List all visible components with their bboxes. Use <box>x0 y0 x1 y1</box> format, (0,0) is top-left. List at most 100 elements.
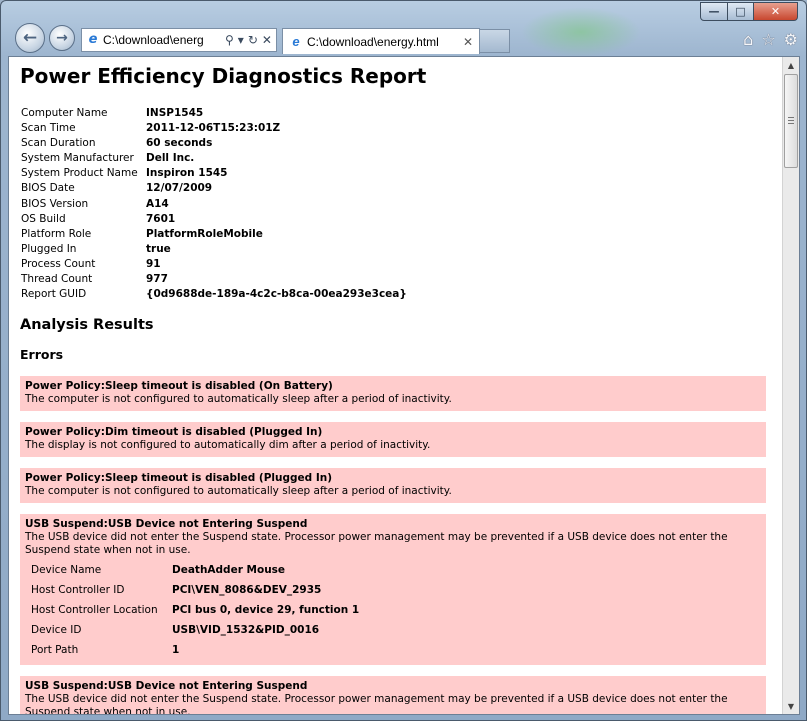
error-item: USB Suspend:USB Device not Entering Susp… <box>20 676 766 715</box>
error-title: Power Policy:Sleep timeout is disabled (… <box>25 380 333 393</box>
stop-icon[interactable]: ✕ <box>262 33 272 47</box>
info-key: Report GUID <box>21 288 87 301</box>
page-icon: e <box>88 32 98 47</box>
close-window-button[interactable]: ✕ <box>754 2 798 21</box>
scroll-up-icon[interactable]: ▲ <box>783 57 799 73</box>
info-value: true <box>146 242 171 255</box>
detail-value: USB\VID_1532&PID_0016 <box>172 623 320 636</box>
detail-value: PCI bus 0, device 29, function 1 <box>172 603 360 616</box>
report-title: Power Efficiency Diagnostics Report <box>20 64 427 88</box>
error-title: Power Policy:Dim timeout is disabled (Pl… <box>25 426 323 439</box>
error-item: USB Suspend:USB Device not Entering Susp… <box>20 514 766 666</box>
info-value: 977 <box>146 273 168 286</box>
back-button[interactable]: ← <box>15 23 45 53</box>
info-row: Thread Count 977 <box>21 272 407 287</box>
info-value: Dell Inc. <box>146 152 195 165</box>
analysis-heading: Analysis Results <box>20 317 154 334</box>
new-tab-button[interactable] <box>480 29 510 53</box>
info-value: 91 <box>146 257 161 270</box>
info-row: OS Build 7601 <box>21 212 407 227</box>
info-key: Scan Time <box>21 122 76 135</box>
detail-row: Host Controller ID PCI\VEN_8086&DEV_2935 <box>31 580 359 600</box>
tab-page-icon: e <box>292 33 300 49</box>
error-details-table: Device Name DeathAdder Mouse Host Controll… <box>31 560 359 660</box>
errors-heading: Errors <box>20 347 64 363</box>
forward-button[interactable]: → <box>49 25 75 51</box>
detail-key: Device Name <box>31 563 102 576</box>
detail-row: Host Controller Location PCI bus 0, devic… <box>31 600 359 620</box>
info-row: Scan Duration 60 seconds <box>21 136 407 151</box>
error-title: USB Suspend:USB Device not Entering Susp… <box>25 680 308 693</box>
info-value: Inspiron 1545 <box>146 167 228 180</box>
dropdown-chevron-icon[interactable]: ▾ <box>238 33 244 47</box>
info-key: BIOS Version <box>21 197 89 210</box>
info-value: {0d9688de-189a-4c2c-b8ca-00ea293e3cea} <box>146 288 407 301</box>
detail-key: Host Controller ID <box>31 583 125 596</box>
info-row: System Manufacturer Dell Inc. <box>21 151 407 166</box>
home-icon[interactable]: ⌂ <box>743 30 753 49</box>
info-value: 60 seconds <box>146 137 213 150</box>
error-item: Power Policy:Dim timeout is disabled (Pl… <box>20 422 766 458</box>
tab-close-icon[interactable]: ✕ <box>463 35 473 49</box>
error-title: Power Policy:Sleep timeout is disabled (… <box>25 472 332 485</box>
address-bar[interactable]: e C:\download\energ ⚲ ▾ ↻ ✕ <box>81 28 277 52</box>
detail-row: Device ID USB\VID_1532&PID_0016 <box>31 620 359 640</box>
info-value: 7601 <box>146 212 176 225</box>
forward-arrow-icon: → <box>56 30 68 46</box>
scroll-down-icon[interactable]: ▼ <box>783 698 799 714</box>
detail-key: Port Path <box>31 643 79 656</box>
browser-window: — □ ✕ ← → e C:\download\energ ⚲ ▾ ↻ ✕ e … <box>0 0 807 721</box>
info-key: Process Count <box>21 257 96 270</box>
errors-list: Power Policy:Sleep timeout is disabled (… <box>20 376 774 715</box>
error-description: The computer is not configured to automa… <box>25 485 452 498</box>
system-info-table: Computer Name INSP1545 Scan Time 2011-12-06… <box>21 106 407 302</box>
page-viewport: Power Efficiency Diagnostics Report Comp… <box>8 56 800 715</box>
address-input[interactable]: C:\download\energ <box>103 33 221 47</box>
info-row: Platform Role PlatformRoleMobile <box>21 227 407 242</box>
info-value: 12/07/2009 <box>146 182 213 195</box>
info-key: Computer Name <box>21 107 108 119</box>
error-item: Power Policy:Sleep timeout is disabled (… <box>20 468 766 504</box>
error-title: USB Suspend:USB Device not Entering Susp… <box>25 518 308 531</box>
toolbar-icons: ⌂ ☆ ⚙ <box>743 30 798 49</box>
info-value: 2011-12-06T15:23:01Z <box>146 122 281 135</box>
error-description: The display is not configured to automat… <box>25 439 431 452</box>
detail-value: 1 <box>172 643 180 656</box>
detail-key: Host Controller Location <box>31 603 158 616</box>
scroll-thumb[interactable] <box>784 74 798 168</box>
minimize-button[interactable]: — <box>700 2 728 21</box>
tab-title: C:\download\energy.html <box>307 34 439 49</box>
search-icon[interactable]: ⚲ <box>225 33 234 47</box>
gear-icon[interactable]: ⚙ <box>784 30 798 49</box>
info-row: Scan Time 2011-12-06T15:23:01Z <box>21 121 407 136</box>
detail-key: Device ID <box>31 623 82 636</box>
info-key: Plugged In <box>21 242 77 255</box>
error-description: The computer is not configured to automa… <box>25 393 452 406</box>
info-row: Process Count 91 <box>21 257 407 272</box>
tab-energy-report[interactable]: e C:\download\energy.html ✕ <box>282 28 480 54</box>
favorites-star-icon[interactable]: ☆ <box>761 30 775 49</box>
info-row: BIOS Date 12/07/2009 <box>21 181 407 196</box>
detail-row: Device Name DeathAdder Mouse <box>31 560 359 580</box>
refresh-icon[interactable]: ↻ <box>248 33 258 47</box>
info-value: INSP1545 <box>146 107 204 119</box>
info-key: BIOS Date <box>21 182 75 195</box>
error-description: The USB device did not enter the Suspend… <box>25 693 728 715</box>
info-key: Scan Duration <box>21 137 96 150</box>
detail-row: Port Path 1 <box>31 640 359 660</box>
error-description: The USB device did not enter the Suspend… <box>25 531 728 557</box>
info-value: A14 <box>146 197 169 210</box>
maximize-button[interactable]: □ <box>728 2 754 21</box>
info-key: System Product Name <box>21 167 138 180</box>
info-key: System Manufacturer <box>21 152 134 165</box>
vertical-scrollbar[interactable]: ▲ ▼ <box>782 57 799 714</box>
error-item: Power Policy:Sleep timeout is disabled (… <box>20 376 766 412</box>
info-row: Report GUID {0d9688de-189a-4c2c-b8ca-00ea… <box>21 287 407 302</box>
window-controls: — □ ✕ <box>700 2 798 21</box>
info-row: Computer Name INSP1545 <box>21 106 407 121</box>
info-key: Thread Count <box>21 273 93 286</box>
info-value: PlatformRoleMobile <box>146 227 263 240</box>
detail-value: PCI\VEN_8086&DEV_2935 <box>172 583 322 596</box>
info-row: System Product Name Inspiron 1545 <box>21 166 407 181</box>
detail-value: DeathAdder Mouse <box>172 563 286 576</box>
